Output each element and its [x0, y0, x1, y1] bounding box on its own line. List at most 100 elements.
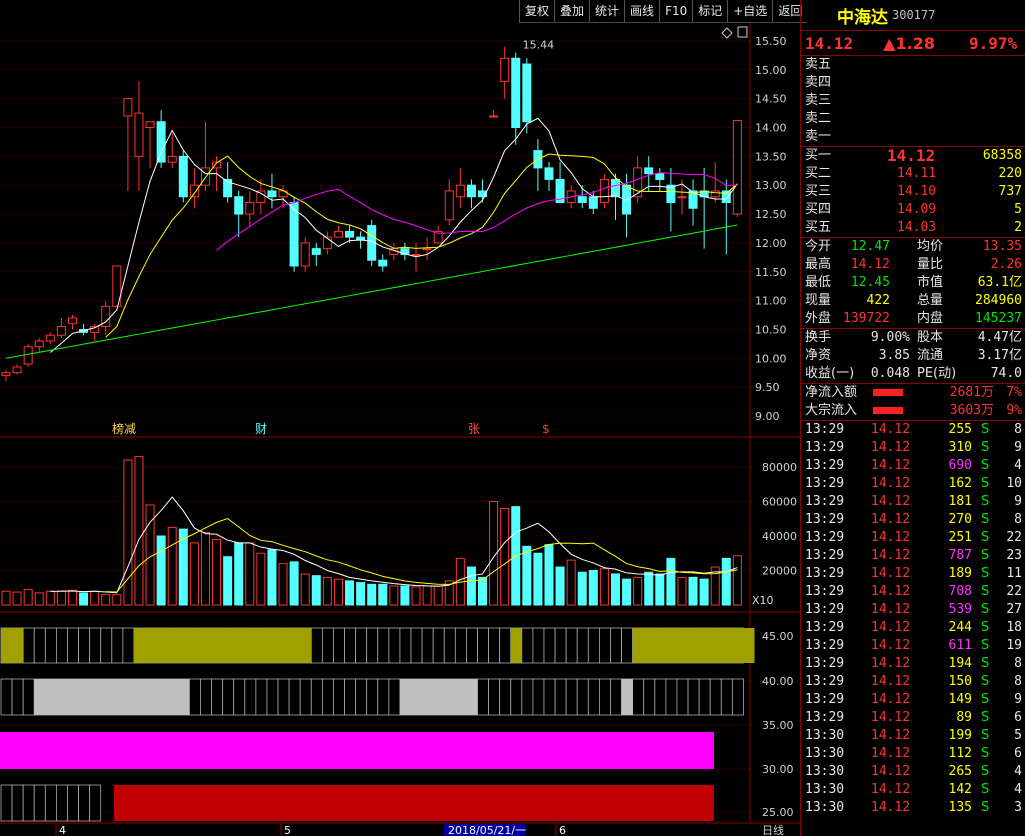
indicator-cell — [698, 678, 711, 716]
event-marker[interactable]: $ — [542, 422, 550, 436]
tick-price: 14.12 — [871, 440, 911, 455]
bid-volume: 220 — [998, 166, 1022, 181]
candle-body — [610, 178, 620, 198]
stat-value: 145237 — [975, 311, 1022, 326]
stat-value: 9.00% — [870, 330, 910, 345]
fund-flow-block: 净流入额 2681万 7% 大宗流入 3603万 9% — [801, 384, 1025, 421]
indicator-cell — [277, 678, 290, 716]
tick-price: 14.12 — [871, 656, 911, 671]
indicator-cell — [410, 627, 423, 664]
flow-value: 2681万 — [949, 385, 994, 400]
indicator-cell — [654, 678, 667, 716]
volume-bar — [234, 542, 244, 606]
tick-price: 14.12 — [871, 800, 911, 815]
diamond-icon[interactable] — [721, 27, 733, 39]
ask-row: 卖二 — [801, 110, 1025, 128]
indicator-cell — [288, 678, 301, 716]
volume-tick-label: 60000 — [762, 496, 797, 509]
toolbar-button-1[interactable]: 叠加 — [554, 0, 589, 22]
tick-count: 19 — [1006, 638, 1022, 653]
tick-list[interactable]: 13:29 14.12 255 S 8 13:29 14.12 310 S 9 13:29 14.12… — [801, 421, 1025, 817]
bid-label: 买五 — [805, 220, 832, 235]
stat-row: 现量 422 总量 284960 — [801, 292, 1025, 310]
event-marker[interactable]: 财 — [255, 422, 267, 436]
volume-bar — [12, 591, 22, 606]
stat-label: 市值 — [917, 275, 944, 290]
stat-label: 换手 — [805, 330, 832, 345]
candlestick-chart[interactable]: 15.50 15.00 14.50 14.00 13.50 13.00 12.50 12.00… — [0, 0, 800, 836]
toolbar-button-4[interactable]: F10 — [659, 0, 692, 22]
stat-row: 收益(一) 0.048 PE(动) 74.0 — [801, 365, 1025, 383]
toolbar-button-6[interactable]: +自选 — [727, 0, 772, 22]
toolbar-button-0[interactable]: 复权 — [519, 0, 554, 22]
stat-label: PE(动) — [917, 366, 957, 381]
tick-flag: S — [981, 638, 990, 653]
volume-tick-label: 20000 — [762, 565, 797, 578]
candle-body — [378, 259, 388, 267]
candle-body — [677, 196, 687, 199]
candle-body — [56, 326, 66, 336]
tick-volume: 310 — [948, 440, 972, 455]
indicator-cell — [44, 627, 57, 664]
stat-value: 13.35 — [982, 239, 1022, 254]
quote-panel: 中海达 300177 14.12 ▲1.28 9.97% 卖五 卖四 卖三 卖二 卖一 … — [800, 0, 1025, 836]
candle-body — [134, 112, 144, 157]
indicator-tick-label: 45.00 — [762, 630, 794, 643]
price-tick-label: 11.50 — [755, 266, 787, 279]
window-toggle-icon[interactable] — [737, 26, 748, 38]
indicator-cell — [587, 627, 600, 664]
indicator-segment — [510, 628, 522, 663]
tick-time: 13:29 — [805, 422, 845, 437]
toolbar-button-5[interactable]: 标记 — [692, 0, 727, 22]
tick-row: 13:29 14.12 310 S 9 — [801, 439, 1025, 457]
flow-value: 3603万 — [949, 403, 994, 418]
indicator-cell — [78, 784, 91, 822]
candle-body — [644, 167, 654, 175]
candle-body — [156, 121, 166, 163]
event-marker[interactable]: 张 — [468, 422, 480, 436]
price-tick-label: 14.00 — [755, 122, 787, 135]
toolbar-button-2[interactable]: 统计 — [589, 0, 624, 22]
stat-row: 今开 12.47 均价 13.35 — [801, 238, 1025, 256]
volume-bar — [356, 582, 366, 606]
volume-bar — [610, 573, 620, 606]
tick-time: 13:30 — [805, 728, 845, 743]
event-marker[interactable]: 榜减 — [112, 421, 136, 436]
volume-bar — [389, 585, 399, 606]
volume-unit-label: X10 — [752, 594, 774, 607]
indicator-cell — [310, 627, 323, 664]
tick-price: 14.12 — [871, 584, 911, 599]
bid-row: 买三 14.10 737 — [801, 183, 1025, 201]
tick-count: 22 — [1006, 584, 1022, 599]
volume-bar — [278, 563, 288, 606]
candle-body — [189, 184, 199, 198]
volume-bar — [378, 583, 388, 606]
period-label[interactable]: 日线 — [762, 823, 784, 836]
volume-tick-label: 40000 — [762, 530, 797, 543]
tick-time: 13:29 — [805, 584, 845, 599]
tick-row: 13:29 14.12 89 S 6 — [801, 709, 1025, 727]
candle-body — [167, 155, 177, 163]
toolbar-button-3[interactable]: 画线 — [624, 0, 659, 22]
indicator-cell — [576, 678, 589, 716]
volume-bar — [79, 592, 89, 606]
volume-bar — [555, 566, 565, 606]
tick-row: 13:29 14.12 194 S 8 — [801, 655, 1025, 673]
stat-label: 内盘 — [917, 311, 944, 326]
volume-bar — [732, 555, 742, 606]
indicator-tick-label: 30.00 — [762, 763, 794, 776]
tick-flag: S — [981, 674, 990, 689]
tick-flag: S — [981, 530, 990, 545]
ask-label: 卖二 — [805, 111, 832, 126]
indicator-cell — [443, 627, 456, 664]
price-change: ▲1.28 — [883, 33, 935, 53]
volume-tick-label: 80000 — [762, 461, 797, 474]
indicator-cell — [399, 627, 412, 664]
indicator-cell — [233, 678, 246, 716]
indicator-cell — [466, 627, 478, 664]
tick-volume: 539 — [948, 602, 972, 617]
indicator-cell — [510, 678, 523, 716]
volume-bar — [267, 549, 277, 606]
indicator-cell — [499, 678, 512, 716]
stat-value: 14.12 — [850, 257, 890, 272]
